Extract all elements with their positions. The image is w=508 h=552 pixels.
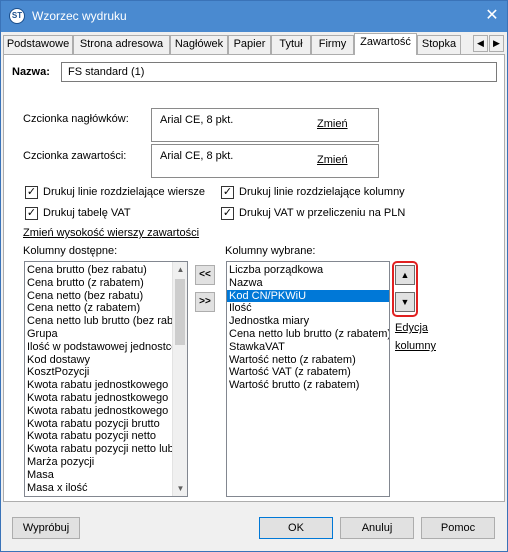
edit-column-link-line2[interactable]: kolumny bbox=[395, 340, 436, 352]
title-bar[interactable]: ST Wzorzec wydruku ✕ bbox=[1, 1, 507, 32]
row-height-link[interactable]: Zmień wysokość wierszy zawartości bbox=[23, 227, 199, 239]
list-item[interactable]: Wartość netto (z rabatem) bbox=[227, 354, 389, 367]
list-item[interactable]: Cena netto lub brutto (z rabatem) bbox=[227, 328, 389, 341]
print-col-lines-label: Drukuj linie rozdzielające kolumny bbox=[239, 186, 405, 198]
list-item[interactable]: Liczba porządkowa bbox=[227, 264, 389, 277]
list-item[interactable]: StawkaVAT bbox=[227, 341, 389, 354]
list-item[interactable]: Wartość brutto (z rabatem) bbox=[227, 379, 389, 392]
scroll-down-icon[interactable]: ▼ bbox=[173, 481, 187, 496]
tab-scroll-left-button[interactable]: ◀ bbox=[473, 35, 488, 52]
list-item[interactable]: Kwota rabatu jednostkowego bbox=[25, 379, 172, 392]
cancel-button[interactable]: Anuluj bbox=[340, 517, 414, 539]
tab-tytul[interactable]: Tytuł bbox=[271, 35, 311, 54]
tab-podstawowe[interactable]: Podstawowe bbox=[3, 35, 73, 54]
list-item[interactable]: Cena netto (bez rabatu) bbox=[25, 290, 172, 303]
selected-columns-list[interactable]: Liczba porządkowa Nazwa Kod CN/PKWiU Ilość J… bbox=[226, 261, 390, 497]
scroll-up-icon[interactable]: ▲ bbox=[173, 262, 187, 277]
list-item[interactable]: Jednostka miary bbox=[227, 315, 389, 328]
content-font-change-link[interactable]: Zmień bbox=[317, 154, 348, 166]
list-item[interactable]: Kod CN/PKWiU bbox=[227, 289, 389, 303]
list-item[interactable]: Kwota rabatu pozycji netto lub bbox=[25, 443, 172, 456]
list-item[interactable]: Nazwa bbox=[227, 277, 389, 290]
list-item[interactable]: Masa bbox=[25, 469, 172, 482]
content-font-value: Arial CE, 8 pkt. bbox=[160, 150, 234, 162]
checkbox-checked-icon: ✓ bbox=[25, 186, 38, 199]
app-logo-icon: ST bbox=[9, 8, 25, 24]
available-columns-scrollbar[interactable]: ▲ ▼ bbox=[172, 262, 187, 496]
list-item[interactable]: Kod dostawy bbox=[25, 354, 172, 367]
tab-zawartosc[interactable]: Zawartość bbox=[354, 33, 417, 55]
add-column-button[interactable]: >> bbox=[195, 292, 215, 312]
arrow-up-icon: ▲ bbox=[400, 270, 410, 280]
list-item[interactable]: Kwota rabatu pozycji brutto bbox=[25, 418, 172, 431]
tab-scroll-right-button[interactable]: ▶ bbox=[489, 35, 504, 52]
ok-button[interactable]: OK bbox=[259, 517, 333, 539]
list-item[interactable]: Kwota rabatu pozycji netto bbox=[25, 430, 172, 443]
list-item[interactable]: Kwota rabatu jednostkowego bbox=[25, 405, 172, 418]
content-font-label: Czcionka zawartości: bbox=[23, 150, 127, 162]
header-font-box: Arial CE, 8 pkt. Zmień bbox=[151, 108, 379, 142]
triangle-right-icon: ▶ bbox=[493, 38, 500, 48]
scrollbar-thumb[interactable] bbox=[175, 279, 185, 345]
close-button[interactable]: ✕ bbox=[477, 1, 507, 32]
window-title: Wzorzec wydruku bbox=[32, 9, 127, 23]
list-item[interactable]: Cena brutto (z rabatem) bbox=[25, 277, 172, 290]
list-item[interactable]: Cena netto lub brutto (bez rabatu) bbox=[25, 315, 172, 328]
checkbox-checked-icon: ✓ bbox=[221, 207, 234, 220]
list-item[interactable]: Ilość bbox=[227, 302, 389, 315]
tab-panel-zawartosc: Nazwa: FS standard (1) Czcionka nagłówkó… bbox=[3, 54, 505, 502]
list-item[interactable]: Marża pozycji bbox=[25, 456, 172, 469]
list-item[interactable]: Wartość VAT (z rabatem) bbox=[227, 366, 389, 379]
remove-column-button[interactable]: << bbox=[195, 265, 215, 285]
tab-firmy[interactable]: Firmy bbox=[311, 35, 354, 54]
list-item[interactable]: Cena netto (z rabatem) bbox=[25, 302, 172, 315]
dialog-window: ST Wzorzec wydruku ✕ Podstawowe Strona a… bbox=[0, 0, 508, 552]
header-font-value: Arial CE, 8 pkt. bbox=[160, 114, 234, 126]
print-vat-pln-label: Drukuj VAT w przeliczeniu na PLN bbox=[239, 207, 406, 219]
checkbox-checked-icon: ✓ bbox=[25, 207, 38, 220]
tab-strona-adresowa[interactable]: Strona adresowa bbox=[73, 35, 170, 54]
print-row-lines-checkbox[interactable]: ✓ Drukuj linie rozdzielające wiersze bbox=[25, 185, 225, 201]
header-font-label: Czcionka nagłówków: bbox=[23, 113, 129, 125]
list-item[interactable]: Kwota rabatu jednostkowego bbox=[25, 392, 172, 405]
tab-papier[interactable]: Papier bbox=[228, 35, 271, 54]
header-font-change-link[interactable]: Zmień bbox=[317, 118, 348, 130]
name-label: Nazwa: bbox=[12, 66, 50, 78]
close-icon: ✕ bbox=[485, 7, 499, 24]
available-columns-label: Kolumny dostępne: bbox=[23, 245, 118, 257]
print-vat-table-label: Drukuj tabelę VAT bbox=[43, 207, 131, 219]
print-row-lines-label: Drukuj linie rozdzielające wiersze bbox=[43, 186, 206, 198]
content-font-box: Arial CE, 8 pkt. Zmień bbox=[151, 144, 379, 178]
triangle-left-icon: ◀ bbox=[477, 38, 484, 48]
help-button[interactable]: Pomoc bbox=[421, 517, 495, 539]
tab-strip: Podstawowe Strona adresowa Nagłówek Papi… bbox=[3, 33, 505, 55]
checkbox-checked-icon: ✓ bbox=[221, 186, 234, 199]
list-item[interactable]: Cena brutto (bez rabatu) bbox=[25, 264, 172, 277]
move-down-button[interactable]: ▼ bbox=[395, 292, 415, 312]
list-item[interactable]: Grupa bbox=[25, 328, 172, 341]
move-up-button[interactable]: ▲ bbox=[395, 265, 415, 285]
name-input[interactable]: FS standard (1) bbox=[61, 62, 497, 82]
edit-column-link-line1[interactable]: Edycja bbox=[395, 322, 428, 334]
print-col-lines-checkbox[interactable]: ✓ Drukuj linie rozdzielające kolumny bbox=[221, 185, 421, 201]
selected-columns-label: Kolumny wybrane: bbox=[225, 245, 316, 257]
tab-stopka[interactable]: Stopka bbox=[417, 35, 461, 54]
tab-naglowek[interactable]: Nagłówek bbox=[170, 35, 228, 54]
list-item[interactable]: KosztPozycji bbox=[25, 366, 172, 379]
try-button[interactable]: Wypróbuj bbox=[12, 517, 80, 539]
print-vat-pln-checkbox[interactable]: ✓ Drukuj VAT w przeliczeniu na PLN bbox=[221, 206, 421, 222]
available-columns-list[interactable]: Cena brutto (bez rabatu) Cena brutto (z r… bbox=[24, 261, 188, 497]
list-item[interactable]: Ilość w podstawowej jednostce bbox=[25, 341, 172, 354]
list-item[interactable]: Masa x ilość bbox=[25, 482, 172, 495]
arrow-down-icon: ▼ bbox=[400, 297, 410, 307]
print-vat-table-checkbox[interactable]: ✓ Drukuj tabelę VAT bbox=[25, 206, 175, 222]
